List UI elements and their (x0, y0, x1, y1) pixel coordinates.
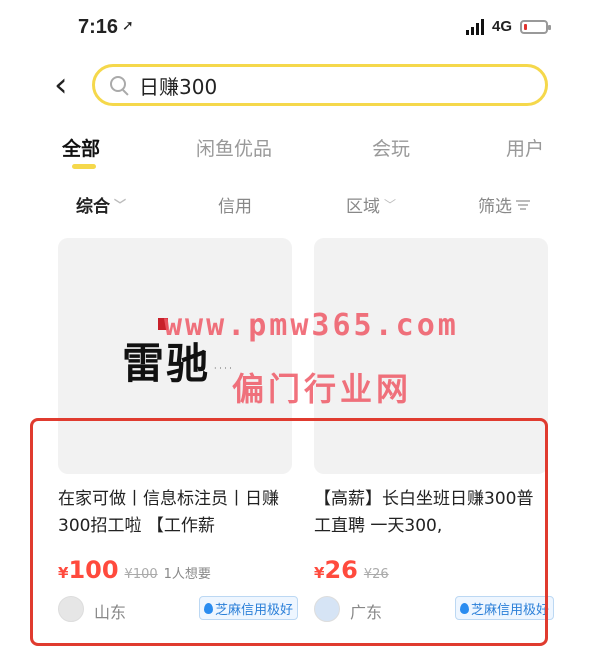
status-bar: 7:16 ➚ 4G (0, 0, 600, 58)
battery-level (524, 23, 527, 30)
filter-bar: 综合 ﹀ 信用 区域 ﹀ 筛选 (0, 186, 600, 220)
search-input[interactable]: 日赚300 (139, 71, 217, 100)
search-row: ‹ 日赚300 (0, 60, 600, 114)
watermark-site-name: 偏门行业网 (232, 370, 413, 408)
chevron-down-icon: ﹀ (384, 198, 397, 212)
category-tabs: 全部 闲鱼优品 会玩 用户 (0, 128, 600, 169)
location-arrow-icon: ➚ (122, 18, 134, 34)
signal-icon (465, 18, 484, 35)
search-icon (109, 75, 129, 95)
watermark-url: www.pmw365.com (164, 308, 459, 343)
tab-premium[interactable]: 闲鱼优品 (196, 134, 272, 161)
status-indicators: 4G (465, 18, 551, 35)
tab-play[interactable]: 会玩 (372, 134, 410, 161)
network-label: 4G (491, 18, 512, 35)
filter-label: 筛选 (478, 197, 512, 217)
active-tab-indicator (72, 164, 96, 169)
status-time: 7:16 (78, 16, 119, 38)
filter-comprehensive[interactable]: 综合 ﹀ (76, 192, 126, 217)
tab-users[interactable]: 用户 (506, 134, 544, 161)
search-box[interactable]: 日赚300 (92, 64, 548, 106)
filter-label: 区域 (346, 197, 380, 217)
battery-icon (520, 19, 551, 34)
filter-screen[interactable]: 筛选 (478, 192, 530, 217)
filter-region[interactable]: 区域 ﹀ (346, 192, 396, 217)
tab-all[interactable]: 全部 (62, 134, 100, 161)
back-button[interactable]: ‹ (54, 68, 84, 102)
logo-subtext: · · · · (214, 364, 232, 373)
highlight-annotation-box (30, 418, 548, 646)
filter-icon (516, 199, 530, 210)
filter-label: 综合 (76, 197, 110, 217)
filter-label: 信用 (218, 197, 252, 217)
chevron-down-icon: ﹀ (114, 198, 127, 212)
filter-credit[interactable]: 信用 (218, 192, 252, 217)
